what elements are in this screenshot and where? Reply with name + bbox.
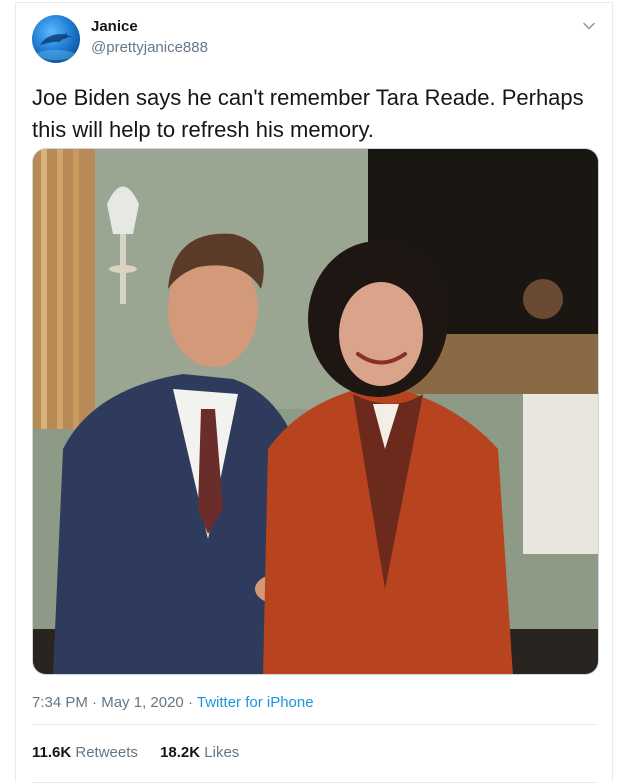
chevron-down-icon[interactable] bbox=[580, 17, 598, 35]
tweet-photo[interactable] bbox=[32, 148, 599, 675]
likes-count: 18.2K bbox=[160, 744, 201, 761]
dolphin-avatar-image bbox=[36, 32, 76, 60]
likes-label: Likes bbox=[204, 744, 240, 761]
avatar[interactable] bbox=[32, 15, 80, 63]
tweet-meta: 7:34 PM · May 1, 2020 · Twitter for iPho… bbox=[32, 694, 314, 711]
retweets-stat[interactable]: 11.6K Retweets bbox=[32, 744, 138, 761]
likes-stat[interactable]: 18.2K Likes bbox=[160, 744, 239, 761]
tweet-date[interactable]: May 1, 2020 bbox=[101, 694, 184, 711]
tweet-card: Janice @prettyjanice888 Joe Biden says h… bbox=[15, 2, 613, 783]
divider bbox=[32, 724, 598, 725]
display-name[interactable]: Janice bbox=[91, 18, 138, 35]
meta-separator: · bbox=[187, 694, 193, 711]
retweets-label: Retweets bbox=[75, 744, 138, 761]
meta-separator: · bbox=[92, 694, 98, 711]
tweet-text: Joe Biden says he can't remember Tara Re… bbox=[32, 85, 584, 142]
photo-image bbox=[33, 149, 598, 674]
tweet-time[interactable]: 7:34 PM bbox=[32, 694, 88, 711]
retweets-count: 11.6K bbox=[32, 744, 72, 761]
tweet-stats: 11.6K Retweets 18.2K Likes bbox=[32, 744, 257, 761]
tweet-source-link[interactable]: Twitter for iPhone bbox=[197, 694, 314, 711]
user-handle[interactable]: @prettyjanice888 bbox=[91, 39, 208, 56]
